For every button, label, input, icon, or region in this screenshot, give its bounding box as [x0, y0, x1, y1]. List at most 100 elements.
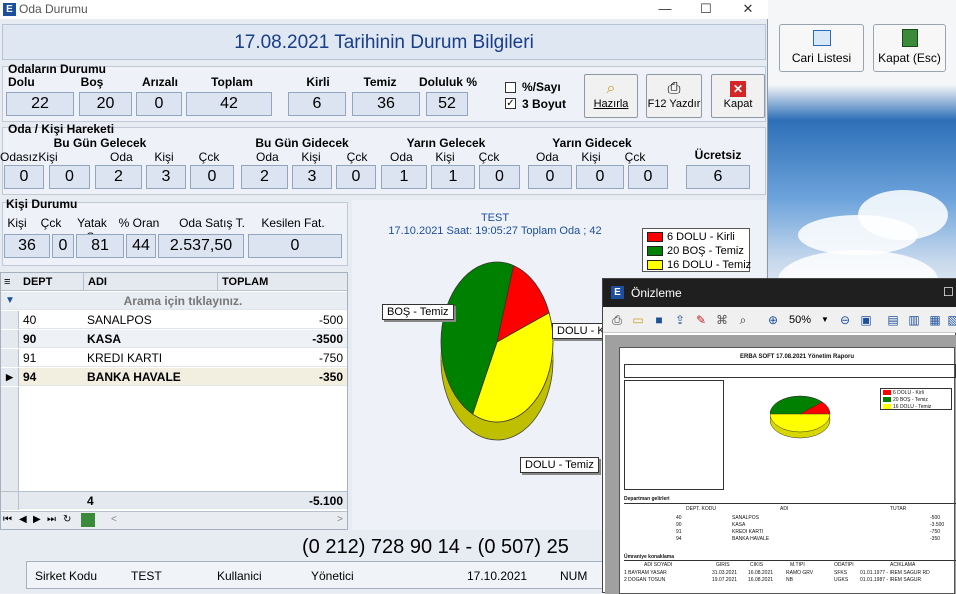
- report-legend-swatch: [883, 390, 891, 395]
- next-record-icon[interactable]: ▶: [33, 514, 41, 525]
- divider: [624, 560, 956, 561]
- print-icon[interactable]: ⎙: [609, 312, 625, 328]
- table-row[interactable]: 91 KREDI KARTI -750: [1, 349, 347, 367]
- first-record-icon[interactable]: ⏮: [3, 514, 12, 525]
- col-label-oda: Oda: [536, 150, 559, 164]
- oran-value: 44: [126, 234, 156, 258]
- yarin-gidecek-oda-value: 0: [528, 165, 572, 189]
- row-dept: 94: [23, 370, 37, 384]
- konak-header: ODATIPI: [834, 562, 854, 568]
- zoom-out-icon[interactable]: ⊖: [837, 312, 853, 328]
- pdf-icon[interactable]: ✎: [693, 312, 709, 328]
- cari-listesi-button[interactable]: Cari Listesi: [779, 24, 864, 72]
- attach-icon[interactable]: ⌘: [714, 312, 730, 328]
- kapat-esc-button[interactable]: Kapat (Esc): [873, 24, 946, 72]
- bugun-gidecek-kisi-value: 3: [292, 165, 332, 189]
- column-chooser-icon[interactable]: ≡: [1, 273, 19, 291]
- konak-cell: 16.08.2021: [748, 570, 774, 576]
- bugun-gelecek-label: Bu Gün Gelecek: [53, 136, 147, 150]
- refresh-icon[interactable]: ↻: [63, 514, 71, 525]
- save-icon[interactable]: ■: [651, 312, 667, 328]
- preview-title-bar[interactable]: E Önizleme ☐: [603, 279, 956, 307]
- book-icon[interactable]: ▦: [927, 312, 943, 328]
- report-movement-box: [624, 380, 724, 490]
- row-adi: KREDI KARTI: [87, 351, 163, 365]
- multi-page-icon[interactable]: ▧: [945, 312, 956, 328]
- fit-page-icon[interactable]: ▣: [858, 312, 874, 328]
- open-icon[interactable]: ▭: [630, 312, 646, 328]
- konak-header: CIKIS: [750, 562, 764, 568]
- table-row[interactable]: 90 KASA -3500: [1, 330, 347, 348]
- close-button[interactable]: ✕: [728, 0, 768, 19]
- dolu-value: 22: [6, 92, 74, 116]
- chevron-down-icon[interactable]: ▼: [821, 315, 829, 324]
- yuzde-checkbox[interactable]: [505, 82, 516, 93]
- bugun-gelecek-oda-value: 2: [95, 165, 142, 189]
- konak-cell: SFKS: [834, 570, 848, 576]
- search-row[interactable]: ▼ Arama için tıklayınız.: [1, 292, 347, 310]
- row-dept: 40: [23, 313, 37, 327]
- row-dept: 91: [23, 351, 37, 365]
- maximize-button[interactable]: ☐: [943, 285, 954, 299]
- export-icon[interactable]: ⇪: [672, 312, 688, 328]
- row-toplam: -3500: [312, 332, 343, 346]
- find-icon[interactable]: ⌕: [735, 312, 751, 328]
- chart-legend: 6 DOLU - Kirli 20 BOŞ - Temiz 16 DOLU - …: [642, 228, 751, 272]
- maximize-button[interactable]: ☐: [686, 0, 726, 19]
- cck-label: Çck: [40, 216, 62, 230]
- title-bar[interactable]: E Oda Durumu — ☐ ✕: [0, 0, 768, 19]
- footer-total: -5.100: [308, 494, 343, 508]
- row-toplam: -750: [318, 351, 343, 365]
- last-record-icon[interactable]: ⏭: [47, 514, 56, 525]
- dept-header: DEPT. KODU: [686, 506, 717, 512]
- kisi-label: Kişi: [7, 216, 27, 230]
- column-header-dept[interactable]: DEPT: [19, 273, 83, 291]
- konak-cell: 16.08.2021: [748, 577, 774, 583]
- zoom-select[interactable]: 50%: [789, 314, 811, 326]
- prev-record-icon[interactable]: ◀: [19, 514, 27, 525]
- dept-cell: 94: [676, 536, 682, 542]
- table-row-selected[interactable]: ▶ 94 BANKA HAVALE -350: [1, 368, 347, 386]
- scroll-left-icon[interactable]: <: [111, 514, 117, 525]
- temiz-label: Temiz: [363, 75, 397, 89]
- export-icon[interactable]: [81, 513, 95, 527]
- col-label-cck: Çck: [198, 150, 220, 164]
- col-label-odasiz: Odasız: [0, 150, 39, 164]
- yarin-gelecek-oda-value: 1: [381, 165, 427, 189]
- scroll-right-icon[interactable]: >: [337, 514, 343, 525]
- table-row[interactable]: 40 SANALPOS -500: [1, 311, 347, 329]
- legend-swatch-red: [647, 232, 663, 242]
- toplam-label: Toplam: [211, 75, 253, 89]
- close-red-icon: ✕: [712, 80, 764, 98]
- kapat-button[interactable]: ✕ Kapat: [711, 74, 765, 118]
- ucretsiz-value: 6: [686, 165, 750, 189]
- oda-satis-label: Oda Satış T.: [179, 216, 245, 230]
- yarin-gelecek-cck-value: 0: [479, 165, 520, 189]
- yarin-gidecek-kisi-value: 0: [576, 165, 624, 189]
- report-legend-label: 20 BOŞ - Temiz: [893, 397, 928, 403]
- row-indicator: [1, 492, 19, 510]
- navigator-bar: ⏮ ◀ ▶ ⏭ ↻ < >: [1, 511, 347, 529]
- dept-cell: SANALPOS: [732, 515, 759, 521]
- footer-count: 4: [87, 494, 94, 508]
- row-adi: SANALPOS: [87, 313, 152, 327]
- hazirla-button[interactable]: ⌕ Hazırla: [584, 74, 638, 118]
- report-legend-label: 6 DOLU - Kirli: [893, 390, 924, 396]
- column-header-adi[interactable]: ADI: [83, 273, 217, 291]
- two-page-icon[interactable]: ▥: [906, 312, 922, 328]
- report-header: 17.08.2021 Tarihinin Durum Bilgileri: [2, 24, 766, 60]
- phone-numbers: (0 212) 728 90 14 - (0 507) 25: [302, 536, 569, 558]
- zoom-in-icon[interactable]: ⊕: [765, 312, 781, 328]
- yazdir-button[interactable]: ⎙ F12 Yazdır: [646, 74, 702, 118]
- kapat-label: Kapat: [723, 98, 753, 110]
- minimize-button[interactable]: —: [645, 0, 685, 19]
- report-legend-swatch: [883, 397, 891, 402]
- boyut-checkbox[interactable]: ✓: [505, 98, 516, 109]
- cck-value: 0: [52, 234, 74, 258]
- single-page-icon[interactable]: ▤: [885, 312, 901, 328]
- col-label-cck: Çck: [624, 150, 646, 164]
- row-pointer-icon: ▶: [1, 368, 19, 386]
- bugun-gidecek-label: Bu Gün Gidecek: [255, 136, 349, 150]
- column-header-toplam[interactable]: TOPLAM: [217, 273, 347, 291]
- dept-cell: KASA: [732, 522, 746, 528]
